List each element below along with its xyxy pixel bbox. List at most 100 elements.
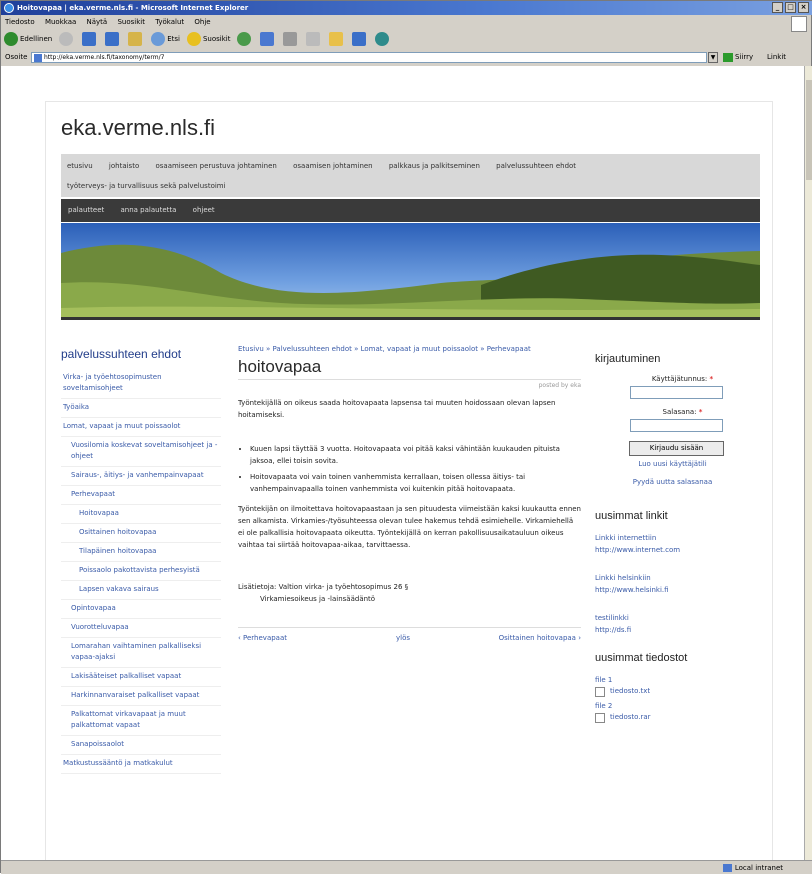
folder-button[interactable] — [329, 32, 345, 46]
menu-view[interactable]: Näytä — [87, 18, 108, 26]
sidebar-item[interactable]: Osittainen hoitovapaa — [61, 524, 221, 543]
sidebar-item[interactable]: Hoitovapaa — [61, 505, 221, 524]
register-link[interactable]: Luo uusi käyttäjätili — [595, 458, 750, 470]
file-name[interactable]: tiedosto.txt — [610, 686, 650, 697]
home-button[interactable] — [128, 32, 144, 46]
ie-app-icon — [4, 3, 14, 13]
file-label[interactable]: file 2 — [595, 700, 750, 712]
sidebar-item[interactable]: Sanapoissaolot — [61, 736, 221, 755]
forward-arrow-icon — [59, 32, 74, 46]
primary-nav: etusivu johtaisto osaamiseen perustuva j… — [61, 154, 760, 197]
file-item[interactable]: tiedosto.rar — [595, 712, 750, 723]
sidebar-item[interactable]: Palkattomat virkavapaat ja muut palkatto… — [61, 706, 221, 736]
password-field[interactable] — [630, 419, 723, 432]
sidebar-item[interactable]: Virka- ja työehtosopimusten soveltamisoh… — [61, 369, 221, 399]
next-page-link[interactable]: Osittainen hoitovapaa › — [499, 634, 581, 642]
reference-line: Virkamiesoikeus ja -lainsäädäntö — [260, 595, 376, 603]
link-title[interactable]: Linkki helsinkiin — [595, 572, 750, 584]
sidebar-menu: Virka- ja työehtosopimusten soveltamisoh… — [61, 369, 221, 774]
sidebar-item[interactable]: Opintovapaa — [61, 600, 221, 619]
messenger-button[interactable] — [375, 32, 391, 46]
sidebar-heading: palvelussuhteen ehdot — [61, 347, 182, 361]
link-title[interactable]: testilinkki — [595, 612, 750, 624]
edit-button[interactable] — [306, 32, 322, 46]
sidebar-item[interactable]: Sairaus-, äitiys- ja vanhempainvapaat — [61, 467, 221, 486]
sidebar-item[interactable]: Perhevapaat — [61, 486, 221, 505]
sidebar-item[interactable]: Työaika — [61, 399, 221, 418]
prev-page-link[interactable]: ‹ Perhevapaat — [238, 634, 287, 642]
secondary-nav: palautteet anna palautetta ohjeet — [61, 199, 760, 222]
page-viewport: eka.verme.nls.fi etusivu johtaisto osaam… — [1, 66, 804, 860]
sidebar-item[interactable]: Lakisääteiset palkalliset vapaat — [61, 668, 221, 687]
search-button[interactable]: Etsi — [151, 32, 180, 46]
sidebar-item[interactable]: Lomat, vapaat ja muut poissaolot — [61, 418, 221, 437]
star-icon — [186, 32, 201, 46]
intro-paragraph: Työntekijällä on oikeus saada hoitovapaa… — [238, 399, 556, 419]
file-icon — [595, 686, 605, 697]
link-url[interactable]: http://ds.fi — [595, 624, 750, 636]
nav2-link-palautteet[interactable]: palautteet — [68, 206, 104, 214]
nav-link-etusivu[interactable]: etusivu — [67, 162, 93, 170]
menu-favorites[interactable]: Suosikit — [117, 18, 145, 26]
file-item[interactable]: tiedosto.txt — [595, 686, 750, 697]
up-link[interactable]: ylös — [396, 634, 410, 642]
link-url[interactable]: http://www.helsinki.fi — [595, 584, 750, 596]
links-button[interactable]: Linkit — [767, 53, 786, 61]
address-dropdown-icon[interactable]: ▼ — [708, 52, 718, 63]
home-icon — [128, 32, 143, 46]
refresh-button[interactable] — [105, 32, 121, 46]
sidebar-item[interactable]: Lapsen vakava sairaus — [61, 581, 221, 600]
sidebar-item[interactable]: Vuosilomia koskevat soveltamisohjeet ja … — [61, 437, 221, 467]
nav-link-osaamiseen-perustuva-johtaminen[interactable]: osaamiseen perustuva johtaminen — [155, 162, 276, 170]
file-name[interactable]: tiedosto.rar — [610, 712, 651, 723]
sidebar-item[interactable]: Lomarahan vaihtaminen palkalliseksi vapa… — [61, 638, 221, 668]
stop-button[interactable] — [82, 32, 98, 46]
list-item: Hoitovapaata voi vain toinen vanhemmista… — [250, 471, 581, 495]
login-button[interactable]: Kirjaudu sisään — [629, 441, 724, 456]
file-label[interactable]: file 1 — [595, 674, 750, 686]
close-icon[interactable]: × — [798, 2, 809, 13]
breadcrumb[interactable]: Etusivu » Palvelussuhteen ehdot » Lomat,… — [238, 344, 581, 355]
mail-button[interactable] — [260, 32, 276, 46]
menu-help[interactable]: Ohje — [194, 18, 210, 26]
go-button[interactable]: Siirry — [723, 52, 753, 63]
forward-button[interactable] — [59, 32, 75, 46]
sidebar-item[interactable]: Matkustussääntö ja matkakulut — [61, 755, 221, 774]
username-field[interactable] — [630, 386, 723, 399]
sidebar-item[interactable]: Vuorotteluvapaa — [61, 619, 221, 638]
sidebar-item[interactable]: Poissaolo pakottavista perhesyistä — [61, 562, 221, 581]
menu-edit[interactable]: Muokkaa — [45, 18, 76, 26]
main-content: Etusivu » Palvelussuhteen ehdot » Lomat,… — [238, 344, 581, 651]
vertical-scrollbar[interactable] — [804, 66, 812, 860]
username-label: Käyttäjätunnus: * — [615, 375, 750, 383]
nav-link-tyoterveys[interactable]: työterveys- ja turvallisuus sekä palvelu… — [67, 182, 226, 190]
menu-tools[interactable]: Työkalut — [155, 18, 184, 26]
sidebar-item[interactable]: Tilapäinen hoitovapaa — [61, 543, 221, 562]
nav-link-palkkaus[interactable]: palkkaus ja palkitseminen — [389, 162, 480, 170]
left-sidebar: palvelussuhteen ehdot Virka- ja työehtos… — [61, 347, 221, 774]
minimize-icon[interactable]: _ — [772, 2, 783, 13]
scrollbar-thumb[interactable] — [806, 80, 812, 180]
link-entry: Linkki internettiin http://www.internet.… — [595, 532, 750, 556]
print-button[interactable] — [283, 32, 299, 46]
required-mark: * — [709, 375, 714, 383]
back-button[interactable]: Edellinen — [4, 32, 52, 46]
sidebar-item[interactable]: Harkinnanvaraiset palkalliset vapaat — [61, 687, 221, 706]
nav-link-palvelussuhteen-ehdot[interactable]: palvelussuhteen ehdot — [496, 162, 576, 170]
favorites-button[interactable]: Suosikit — [186, 32, 230, 46]
forgot-password-link[interactable]: Pyydä uutta salasanaa — [595, 476, 750, 488]
nav-link-johtaisto[interactable]: johtaisto — [109, 162, 139, 170]
site-title[interactable]: eka.verme.nls.fi — [61, 115, 215, 141]
nav2-link-ohjeet[interactable]: ohjeet — [193, 206, 215, 214]
link-title[interactable]: Linkki internettiin — [595, 532, 750, 544]
nav2-link-anna-palautetta[interactable]: anna palautetta — [121, 206, 177, 214]
menu-file[interactable]: Tiedosto — [5, 18, 35, 26]
password-label: Salasana: * — [615, 408, 750, 416]
maximize-icon[interactable]: □ — [785, 2, 796, 13]
refresh-icon — [105, 32, 120, 46]
research-button[interactable] — [352, 32, 368, 46]
nav-link-osaamisen-johtaminen[interactable]: osaamisen johtaminen — [293, 162, 373, 170]
address-input[interactable]: http://eka.verme.nls.fi/taxonomy/term/7 — [31, 52, 707, 63]
link-url[interactable]: http://www.internet.com — [595, 544, 750, 556]
history-button[interactable] — [237, 32, 253, 46]
